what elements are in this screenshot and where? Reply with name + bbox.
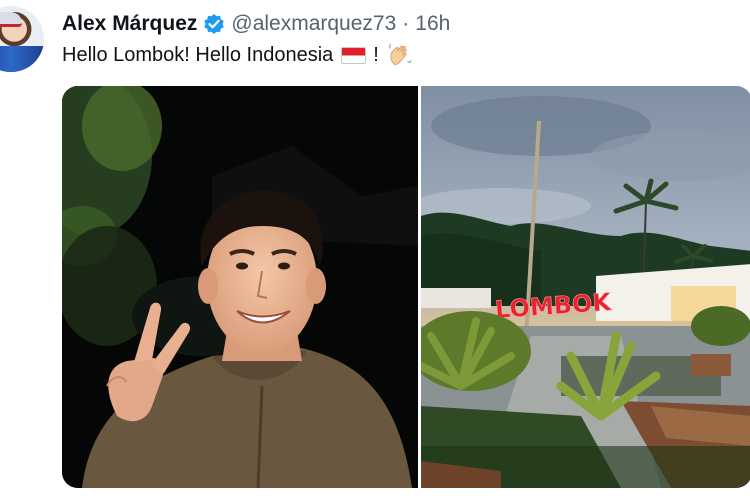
lombok-sign-photo[interactable]: LOMBOK [421, 86, 750, 488]
flag-indonesia-icon [341, 46, 367, 64]
author-name[interactable]: Alex Márquez [62, 12, 197, 36]
avatar[interactable] [0, 6, 44, 74]
tweet-header: Alex Márquez @alexmarquez73 · 16h [62, 10, 450, 38]
avatar-image [0, 6, 44, 72]
tweet-media: LOMBOK [62, 86, 750, 488]
verified-badge-icon [203, 13, 225, 35]
author-handle[interactable]: @alexmarquez73 [231, 12, 396, 36]
tweet-text-suffix: ! [373, 43, 379, 66]
separator-dot: · [402, 12, 410, 35]
avatar-cap [0, 12, 22, 27]
avatar-jersey [0, 46, 44, 72]
tweet-text-body: Hello Lombok! Hello Indonesia [62, 43, 334, 66]
tweet-timestamp[interactable]: 16h [415, 12, 450, 36]
selfie-photo[interactable] [62, 86, 418, 488]
waving-hand-icon [387, 42, 413, 68]
tweet-text: Hello Lombok! Hello Indonesia ! [62, 42, 413, 68]
